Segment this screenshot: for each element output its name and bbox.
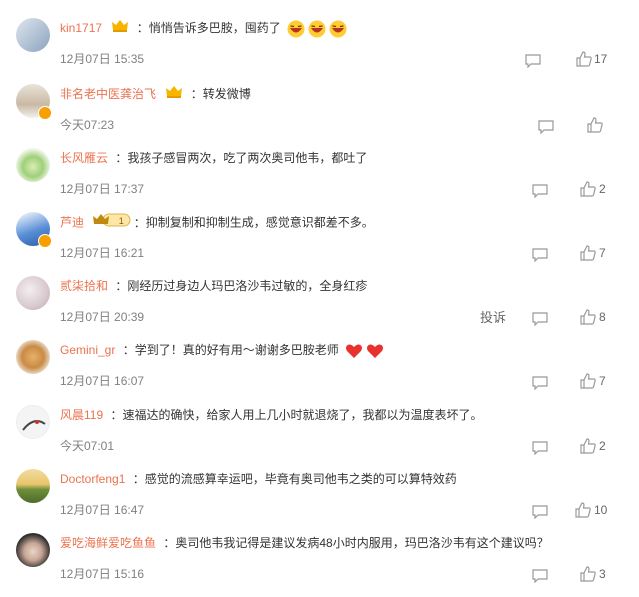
comment-time: 12月07日 16:07 xyxy=(60,374,145,388)
crown-icon xyxy=(165,85,183,105)
comment-icon[interactable] xyxy=(532,248,548,265)
thumbs-up-icon[interactable] xyxy=(580,309,596,328)
avatar[interactable] xyxy=(16,533,50,567)
laughing-emoji-icon xyxy=(308,20,326,38)
like-count: 7 xyxy=(599,374,606,388)
comment-time: 12月07日 15:35 xyxy=(60,52,145,66)
report-link[interactable]: 投诉 xyxy=(480,307,506,326)
username-link[interactable]: 芦迪 xyxy=(60,216,84,230)
comment-text: 速福达的确快，给家人用上几小时就退烧了，我都以为温度表坏了。 xyxy=(122,408,483,422)
comment-list: kin1717 ：悄悄告诉多巴胺，囤药了 12月07日 15:35 17 非名老… xyxy=(0,0,639,597)
laughing-emoji-icon xyxy=(287,20,305,38)
comment-icon[interactable] xyxy=(532,376,548,393)
username-link[interactable]: 爱吃海鲜爱吃鱼鱼 xyxy=(60,536,156,550)
like-count: 8 xyxy=(599,310,606,324)
heart-icon xyxy=(345,342,363,360)
comment-item: 风晨119 ：速福达的确快，给家人用上几小时就退烧了，我都以为温度表坏了。 今天… xyxy=(0,401,639,465)
thumbs-up-icon[interactable] xyxy=(580,566,596,585)
colon: ： xyxy=(132,472,145,486)
thumbs-up-icon[interactable] xyxy=(580,438,596,457)
thumbs-up-icon[interactable] xyxy=(580,181,596,200)
comment-text: 学到了！真的好有用～谢谢多巴胺老师 xyxy=(134,343,339,357)
colon: ： xyxy=(122,343,135,357)
thumbs-up-icon[interactable] xyxy=(587,117,603,136)
comment-icon[interactable] xyxy=(532,569,548,586)
comment-item: 爱吃海鲜爱吃鱼鱼 ：奥司他韦我记得是建议发病48小时内服用，玛巴洛沙韦有这个建议… xyxy=(0,529,639,593)
comment-item: 非名老中医龚治飞 ：转发微博 今天07:23 xyxy=(0,80,639,144)
thumbs-up-icon[interactable] xyxy=(580,245,596,264)
like-count: 2 xyxy=(599,182,606,196)
verified-badge-icon xyxy=(38,106,52,120)
username-link[interactable]: kin1717 xyxy=(60,21,102,35)
avatar[interactable] xyxy=(16,405,50,439)
comment-icon[interactable] xyxy=(538,120,554,137)
colon: ： xyxy=(163,536,176,550)
comment-item: 长风雁云 ：我孩子感冒两次，吃了两次奥司他韦，都吐了 12月07日 17:37 … xyxy=(0,144,639,208)
username-link[interactable]: Gemini_gr xyxy=(60,343,115,357)
thumbs-up-icon[interactable] xyxy=(580,373,596,392)
colon: ： xyxy=(115,279,128,293)
username-link[interactable]: 非名老中医龚治飞 xyxy=(60,87,156,101)
avatar[interactable] xyxy=(16,469,50,503)
comment-item: Gemini_gr ：学到了！真的好有用～谢谢多巴胺老师 12月07日 16:0… xyxy=(0,336,639,400)
username-link[interactable]: Doctorfeng1 xyxy=(60,472,125,486)
thumbs-up-icon[interactable] xyxy=(575,502,591,521)
like-count: 7 xyxy=(599,246,606,260)
vip-level-badge: 1 xyxy=(93,212,139,235)
comment-text: 刚经历过身边人玛巴洛沙韦过敏的，全身红疹 xyxy=(127,279,368,293)
comment-time: 12月07日 16:21 xyxy=(60,246,145,260)
comment-text: 感觉的流感算幸运吧，毕竟有奥司他韦之类的可以算特效药 xyxy=(144,472,457,486)
comment-time: 今天07:01 xyxy=(60,439,115,453)
avatar[interactable] xyxy=(16,18,50,52)
comment-text: 奥司他韦我记得是建议发病48小时内服用，玛巴洛沙韦有这个建议吗？ xyxy=(175,536,549,550)
like-count: 2 xyxy=(599,439,606,453)
username-link[interactable]: 风晨119 xyxy=(60,408,103,422)
verified-badge-icon xyxy=(38,234,52,248)
colon: ： xyxy=(133,215,146,230)
comment-item: 芦迪 1 ：抑制复制和抑制生成，感觉意识都差不多。 12月07日 16:21 7 xyxy=(0,208,639,272)
comment-time: 12月07日 16:47 xyxy=(60,503,145,517)
vip-level: 1 xyxy=(118,216,124,226)
like-count: 10 xyxy=(594,503,608,517)
laughing-emoji-icon xyxy=(329,20,347,38)
avatar[interactable] xyxy=(16,276,50,310)
colon: ： xyxy=(136,21,149,35)
avatar[interactable] xyxy=(16,340,50,374)
comment-item: 贰柒拾和 ：刚经历过身边人玛巴洛沙韦过敏的，全身红疹 12月07日 20:39 … xyxy=(0,272,639,336)
avatar-drawing xyxy=(22,420,46,431)
username-link[interactable]: 贰柒拾和 xyxy=(60,279,108,293)
comment-item: Doctorfeng1 ：感觉的流感算幸运吧，毕竟有奥司他韦之类的可以算特效药 … xyxy=(0,465,639,529)
comment-text: 悄悄告诉多巴胺，囤药了 xyxy=(148,21,281,35)
comment-icon[interactable] xyxy=(532,441,548,458)
like-count: 3 xyxy=(599,567,606,581)
comment-time: 12月07日 20:39 xyxy=(60,310,145,324)
thumbs-up-icon[interactable] xyxy=(576,51,592,70)
avatar[interactable] xyxy=(16,148,50,182)
comment-text: 我孩子感冒两次，吃了两次奥司他韦，都吐了 xyxy=(127,151,368,165)
comment-time: 12月07日 15:16 xyxy=(60,567,145,581)
colon: ： xyxy=(110,408,123,422)
comment-time: 今天07:23 xyxy=(60,118,115,132)
comment-icon[interactable] xyxy=(532,312,548,329)
comment-time: 12月07日 17:37 xyxy=(60,182,145,196)
comment-text: 转发微博 xyxy=(202,87,251,101)
comment-icon[interactable] xyxy=(532,184,548,201)
crown-icon xyxy=(111,19,129,39)
comment-icon[interactable] xyxy=(525,54,541,71)
comment-icon[interactable] xyxy=(532,505,548,522)
heart-icon xyxy=(366,342,384,360)
comment-item: kin1717 ：悄悄告诉多巴胺，囤药了 12月07日 15:35 17 xyxy=(0,14,639,78)
username-link[interactable]: 长风雁云 xyxy=(60,151,108,165)
colon: ： xyxy=(115,151,128,165)
like-count: 17 xyxy=(594,52,608,66)
colon: ： xyxy=(190,87,203,101)
comment-text: 抑制复制和抑制生成，感觉意识都差不多。 xyxy=(145,215,374,230)
